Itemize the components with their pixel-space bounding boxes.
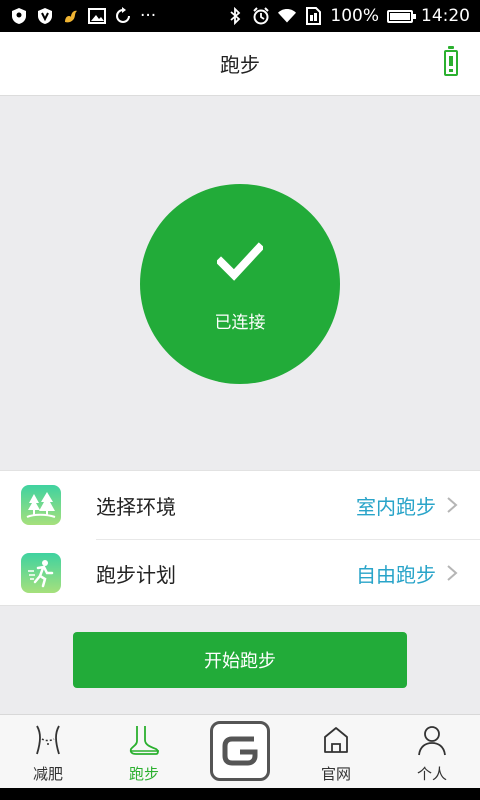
brand-logo-button[interactable]	[210, 720, 270, 781]
checkmark-icon	[217, 241, 263, 281]
status-bar: ··· 100% 14:20	[0, 0, 480, 32]
environment-label: 选择环境	[96, 494, 176, 519]
more-notifications-icon: ···	[140, 6, 157, 26]
nav-label-website: 官网	[320, 765, 351, 783]
shield-icon	[10, 7, 28, 25]
waist-icon	[36, 725, 60, 755]
alarm-icon	[252, 7, 270, 25]
nav-item-running[interactable]: 跑步	[96, 715, 192, 788]
connection-status-button[interactable]: 已连接	[140, 184, 340, 384]
squirrel-icon	[62, 7, 80, 25]
nav-label-running: 跑步	[128, 765, 159, 783]
runner-icon	[21, 553, 61, 593]
wifi-icon	[278, 7, 297, 25]
plan-value: 自由跑步	[356, 562, 436, 587]
image-icon	[88, 7, 106, 25]
app-header: 跑步	[0, 32, 480, 96]
sim-card-icon	[304, 7, 322, 25]
person-icon	[418, 726, 446, 756]
nav-label-weight-loss: 减肥	[32, 765, 63, 783]
run-settings-list: 选择环境 室内跑步 跑步计划 自由跑步	[0, 470, 480, 606]
brand-logo-icon	[222, 736, 258, 765]
page-title: 跑步	[220, 53, 260, 77]
system-nav-bar	[0, 788, 480, 800]
foot-icon	[129, 726, 159, 755]
start-running-button[interactable]: 开始跑步	[73, 632, 407, 688]
list-item-environment[interactable]: 选择环境 室内跑步	[0, 471, 480, 539]
nav-item-center[interactable]	[192, 715, 288, 788]
device-battery-icon[interactable]	[444, 46, 458, 76]
status-right: 100% 14:20	[226, 6, 470, 26]
plan-label: 跑步计划	[96, 562, 176, 587]
nav-item-weight-loss[interactable]: 减肥	[0, 715, 96, 788]
home-icon	[324, 727, 348, 753]
chevron-right-icon	[447, 565, 458, 581]
nav-item-website[interactable]: 官网	[288, 715, 384, 788]
status-left: ···	[10, 6, 156, 26]
environment-value: 室内跑步	[356, 494, 436, 519]
vpn-shield-icon	[36, 7, 54, 25]
nav-item-profile[interactable]: 个人	[384, 715, 480, 788]
bluetooth-icon	[226, 7, 244, 25]
battery-percent: 100%	[330, 6, 379, 26]
forest-icon	[21, 485, 61, 525]
battery-icon	[387, 9, 416, 23]
nav-label-profile: 个人	[416, 765, 447, 783]
chevron-right-icon	[447, 497, 458, 513]
sync-icon	[114, 7, 132, 25]
list-item-plan[interactable]: 跑步计划 自由跑步	[0, 539, 480, 607]
clock: 14:20	[421, 6, 470, 26]
connection-status-label: 已连接	[214, 312, 266, 333]
bottom-nav: 减肥 跑步 官网 个人	[0, 714, 480, 788]
